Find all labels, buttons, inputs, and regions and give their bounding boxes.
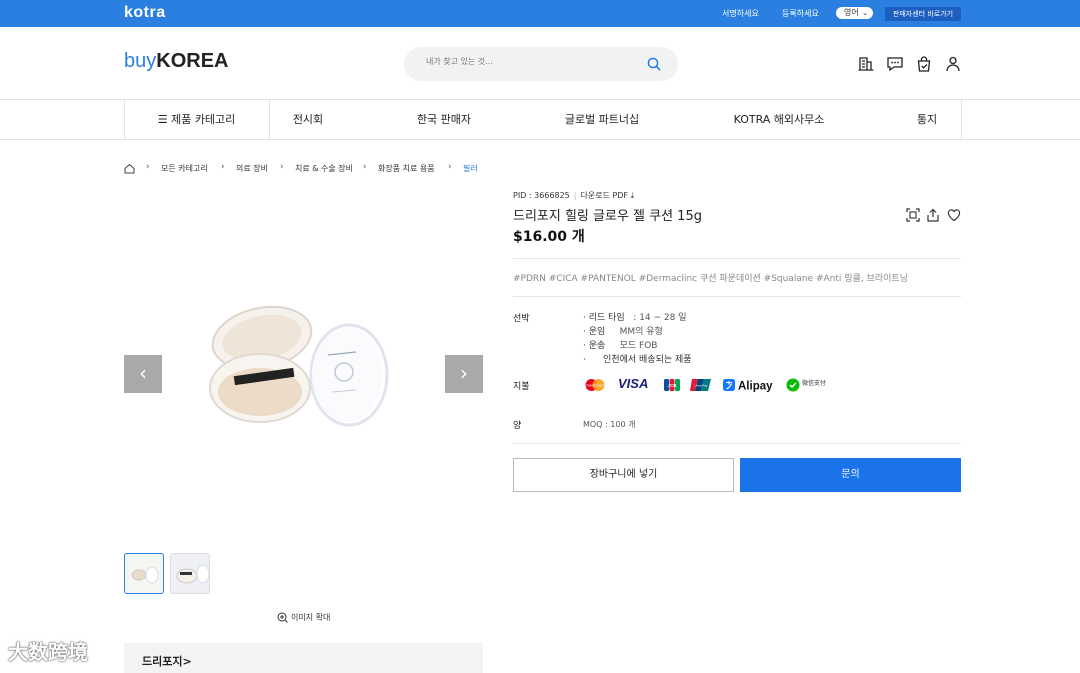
watermark: 大数跨境 xyxy=(8,640,88,664)
chevron-right-icon: › xyxy=(363,162,367,172)
home-icon[interactable] xyxy=(124,163,135,174)
thumbnail-1[interactable] xyxy=(124,553,164,594)
alipay-text: Alipay xyxy=(738,381,773,393)
shipping-label: 선박 xyxy=(513,314,530,324)
nav-item-kotra-offices[interactable]: KOTRA 해외사무소 xyxy=(711,100,847,140)
separator: | xyxy=(573,191,577,200)
inquiry-button[interactable]: 문의 xyxy=(740,458,961,492)
chevron-right-icon: › xyxy=(146,162,150,172)
share-icon[interactable] xyxy=(926,208,940,222)
mastercard-icon: mastercard xyxy=(583,377,607,391)
unionpay-icon: UnionPay xyxy=(690,377,712,391)
breadcrumb-item[interactable]: 모든 카테고리 xyxy=(161,163,208,174)
alipay-icon: Alipay xyxy=(723,377,777,393)
nav-category-menu[interactable]: ☰ 제품 카테고리 xyxy=(124,100,269,140)
shipping-value: MM의 유형 xyxy=(619,327,663,337)
sign-in-link[interactable]: 서명하세요 xyxy=(722,8,759,19)
visa-icon: VISA xyxy=(618,376,649,391)
heart-icon[interactable] xyxy=(947,208,961,222)
register-link[interactable]: 등록하세요 xyxy=(782,8,819,19)
seller-center-button[interactable]: 판매자센터 바로가기 xyxy=(885,7,961,21)
breadcrumb-item[interactable]: 치료 & 수술 장비 xyxy=(295,163,353,174)
nav-item-korean-sellers[interactable]: 한국 판매자 xyxy=(390,100,498,140)
chat-icon[interactable] xyxy=(886,55,904,73)
shipping-key: · 리드 타임 xyxy=(583,313,625,323)
logo-korea-text: KOREA xyxy=(156,50,229,72)
building-icon[interactable] xyxy=(857,55,875,73)
mastercard-text: mastercard xyxy=(586,384,604,388)
download-icon[interactable]: ⤓ xyxy=(631,191,635,200)
unionpay-text: UnionPay xyxy=(694,384,708,388)
logo-buy-text: buy xyxy=(124,50,157,72)
image-zoom-label: 이미지 확대 xyxy=(291,613,331,622)
quantity-label: 양 xyxy=(513,421,522,431)
chevron-right-icon: › xyxy=(448,162,452,172)
nav-divider xyxy=(961,100,962,140)
product-gallery: ‹ › xyxy=(124,192,483,550)
menu-icon: ☰ xyxy=(157,113,168,126)
shipping-lead-time: · 리드 타임 : 14 ~ 28 일 xyxy=(583,310,687,323)
chevron-right-icon: › xyxy=(221,162,225,172)
shipping-mode: · 운송 모드 FOB xyxy=(583,338,657,351)
bag-icon[interactable] xyxy=(915,55,933,73)
nav-item-exhibition[interactable]: 전시회 xyxy=(269,100,347,140)
nav-item-global-partnership[interactable]: 글로벌 파트너십 xyxy=(540,100,664,140)
moq-value: MOQ : 100 개 xyxy=(583,420,636,429)
product-title: 드리포지 힐링 글로우 젤 쿠션 15g xyxy=(513,209,702,224)
breadcrumb-item-current[interactable]: 필러 xyxy=(463,163,478,174)
gallery-next-button[interactable]: › xyxy=(445,355,483,393)
search-icon[interactable] xyxy=(646,56,662,72)
download-pdf-link[interactable]: 다운로드 PDF xyxy=(580,191,628,200)
add-to-cart-button[interactable]: 장바구니에 넣기 xyxy=(513,458,734,492)
language-value: 영어 xyxy=(844,8,859,17)
shipping-value: : 14 ~ 28 일 xyxy=(633,313,687,323)
thumbnail-image xyxy=(176,564,209,584)
jcb-icon: JCB xyxy=(664,377,680,391)
shipping-key: · xyxy=(583,355,586,365)
product-tags: #PDRN #CICA #PANTENOL #Dermaclinc 쿠션 파운데… xyxy=(513,274,908,284)
breadcrumb-item[interactable]: 화장품 치료 용품 xyxy=(378,163,435,174)
thumbnail-2[interactable] xyxy=(170,553,210,594)
gallery-prev-button[interactable]: ‹ xyxy=(124,355,162,393)
nav-category-label: 제품 카테고리 xyxy=(171,113,236,126)
main-nav: ☰ 제품 카테고리 전시회 한국 판매자 글로벌 파트너십 KOTRA 해외사무… xyxy=(0,100,1080,140)
image-zoom-button[interactable]: 이미지 확대 xyxy=(277,612,330,623)
chevron-down-icon: ⌄ xyxy=(862,9,868,17)
product-image xyxy=(209,305,389,427)
chevron-right-icon: › xyxy=(280,162,284,172)
divider xyxy=(513,258,961,259)
shipping-freight: · 운임 MM의 유형 xyxy=(583,324,663,337)
brand-panel-label: 드리포지> xyxy=(142,655,192,668)
zoom-in-icon xyxy=(277,612,288,623)
shipping-key: · 운송 xyxy=(583,341,606,351)
wechat-pay-icon: 微信支付 xyxy=(786,377,836,392)
breadcrumb-item[interactable]: 의료 장비 xyxy=(236,163,268,174)
shipping-origin: · 인천에서 배송되는 제품 xyxy=(583,352,692,365)
product-id: PID : 3666825 xyxy=(513,191,570,200)
divider xyxy=(513,443,961,444)
scan-icon[interactable] xyxy=(906,208,920,222)
language-select[interactable]: 영어 ⌄ xyxy=(836,7,873,19)
wechat-pay-text: 微信支付 xyxy=(802,379,826,387)
top-bar: kotra 서명하세요 등록하세요 영어 ⌄ 판매자센터 바로가기 xyxy=(0,0,1080,27)
shipping-value: 인천에서 배송되는 제품 xyxy=(603,355,692,365)
thumbnail-image xyxy=(131,566,159,584)
search-box xyxy=(404,47,678,81)
buykorea-logo[interactable]: buyKOREA xyxy=(124,50,228,73)
header: buyKOREA xyxy=(0,27,1080,100)
payment-label: 지불 xyxy=(513,382,530,392)
shipping-value: 모드 FOB xyxy=(619,341,658,351)
search-input[interactable] xyxy=(426,57,646,66)
product-price: $16.00 개 xyxy=(513,229,585,245)
brand-panel[interactable]: 드리포지> xyxy=(124,643,483,673)
shipping-key: · 운임 xyxy=(583,327,606,337)
nav-item-notice[interactable]: 통지 xyxy=(893,100,961,140)
kotra-logo[interactable]: kotra xyxy=(124,4,166,22)
pid-row: PID : 3666825 | 다운로드 PDF ⤓ xyxy=(513,190,634,201)
divider xyxy=(513,296,961,297)
user-icon[interactable] xyxy=(944,55,962,73)
jcb-text: JCB xyxy=(667,383,677,388)
